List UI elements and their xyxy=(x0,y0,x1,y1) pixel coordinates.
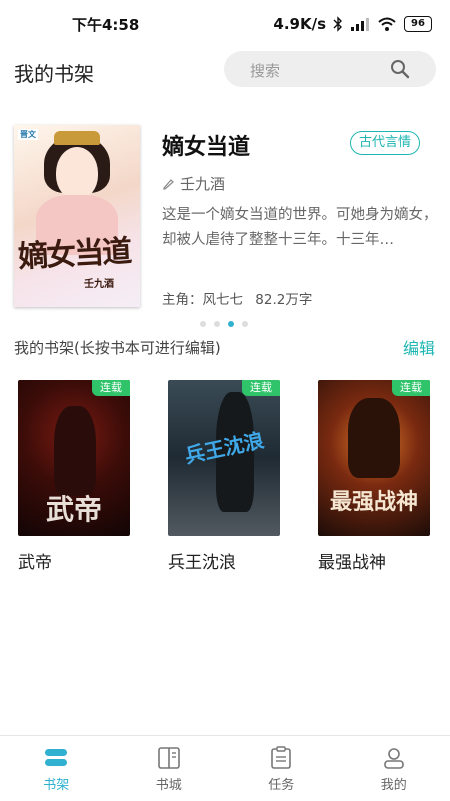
book-title[interactable]: 武帝 xyxy=(18,548,136,573)
status-bar: 下午4:58 4.9K/s 96 xyxy=(0,0,450,48)
carousel-dot[interactable] xyxy=(214,321,220,327)
featured-cover[interactable]: 晋文 嫡女当道 壬九酒 xyxy=(14,125,140,307)
bottom-tab-bar: 书架 书城 任务 我的 xyxy=(0,735,450,801)
header: 我的书架 搜索 xyxy=(0,48,450,92)
tab-profile[interactable]: 我的 xyxy=(338,736,450,801)
cover-art-face xyxy=(56,147,98,199)
search-placeholder: 搜索 xyxy=(250,60,280,81)
carousel-dot-active[interactable] xyxy=(228,321,234,327)
bookstore-icon xyxy=(156,746,182,770)
featured-title[interactable]: 嫡女当道 xyxy=(162,129,250,161)
featured-author: 壬九酒 xyxy=(180,173,225,194)
book-cover[interactable]: 最强战神 连载 xyxy=(318,380,430,536)
carousel-indicator xyxy=(200,321,248,327)
cover-title: 最强战神 xyxy=(318,484,430,516)
genre-tag: 古代言情 xyxy=(350,131,420,155)
featured-description: 这是一个嫡女当道的世界。可她身为嫡女，却被人虐待了整整十三年。十三年… xyxy=(162,203,438,253)
bookshelf-icon xyxy=(43,746,69,770)
cover-logo: 晋文 xyxy=(18,129,38,140)
cover-art-figure xyxy=(54,406,96,496)
tab-label: 任务 xyxy=(268,774,294,793)
author-row: 壬九酒 xyxy=(162,173,225,194)
search-input[interactable]: 搜索 xyxy=(224,51,436,87)
serial-badge: 连载 xyxy=(242,380,280,396)
page-title: 我的书架 xyxy=(14,58,94,87)
cover-title: 嫡女当道 xyxy=(17,226,131,276)
search-icon[interactable] xyxy=(390,59,410,79)
battery-icon: 96 xyxy=(404,16,432,32)
network-speed: 4.9K/s xyxy=(273,15,326,33)
book-card[interactable]: 最强战神 连载 最强战神 xyxy=(318,380,436,573)
tab-label: 书架 xyxy=(43,774,69,793)
serial-badge: 连载 xyxy=(92,380,130,396)
book-cover[interactable]: 兵王沈浪 连载 xyxy=(168,380,280,536)
task-icon xyxy=(268,746,294,770)
cover-art-figure xyxy=(348,398,400,478)
book-cover[interactable]: 武帝 连载 xyxy=(18,380,130,536)
cover-art-crown xyxy=(54,131,100,145)
status-indicators: 4.9K/s 96 xyxy=(273,15,432,33)
book-title[interactable]: 兵王沈浪 xyxy=(168,548,286,573)
tab-bookstore[interactable]: 书城 xyxy=(113,736,226,801)
tab-bookshelf[interactable]: 书架 xyxy=(0,736,113,801)
book-title[interactable]: 最强战神 xyxy=(318,548,436,573)
word-count: 82.2万字 xyxy=(255,292,312,308)
battery-level: 96 xyxy=(411,19,425,29)
pen-icon xyxy=(162,177,176,191)
signal-icon xyxy=(350,16,370,32)
bluetooth-icon xyxy=(333,16,343,32)
tab-label: 我的 xyxy=(381,774,407,793)
shelf-title: 我的书架(长按书本可进行编辑) xyxy=(14,337,221,358)
carousel-dot[interactable] xyxy=(242,321,248,327)
carousel-dot[interactable] xyxy=(200,321,206,327)
tab-label: 书城 xyxy=(156,774,182,793)
bookshelf-grid: 武帝 连载 武帝 兵王沈浪 连载 兵王沈浪 最强战神 连载 最强战神 xyxy=(0,380,450,580)
wifi-icon xyxy=(377,16,397,32)
featured-meta: 主角：风七七 82.2万字 xyxy=(162,288,312,308)
profile-icon xyxy=(381,746,407,770)
serial-badge: 连载 xyxy=(392,380,430,396)
cover-title: 武帝 xyxy=(18,488,130,528)
edit-button[interactable]: 编辑 xyxy=(403,335,435,359)
book-card[interactable]: 兵王沈浪 连载 兵王沈浪 xyxy=(168,380,286,573)
book-card[interactable]: 武帝 连载 武帝 xyxy=(18,380,136,573)
status-time: 下午4:58 xyxy=(72,14,139,35)
featured-book[interactable]: 晋文 嫡女当道 壬九酒 嫡女当道 古代言情 壬九酒 这是一个嫡女当道的世界。可她… xyxy=(0,125,450,315)
cover-author: 壬九酒 xyxy=(84,275,114,290)
protagonist: 主角：风七七 xyxy=(162,292,243,308)
tab-tasks[interactable]: 任务 xyxy=(225,736,338,801)
